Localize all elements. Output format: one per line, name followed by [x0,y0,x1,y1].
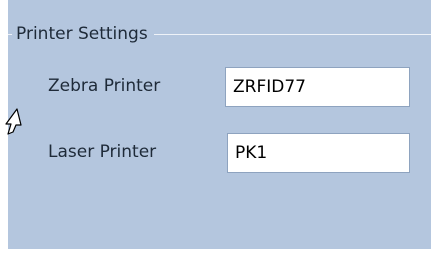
zebra-printer-label: Zebra Printer [48,76,161,96]
mouse-pointer-icon [5,108,22,135]
laser-printer-label: Laser Printer [48,142,157,162]
bottom-window-edge [0,249,431,259]
group-title: Printer Settings [12,22,154,46]
zebra-printer-input[interactable]: ZRFID77 [225,67,410,107]
laser-printer-input[interactable]: PK1 [227,133,410,173]
